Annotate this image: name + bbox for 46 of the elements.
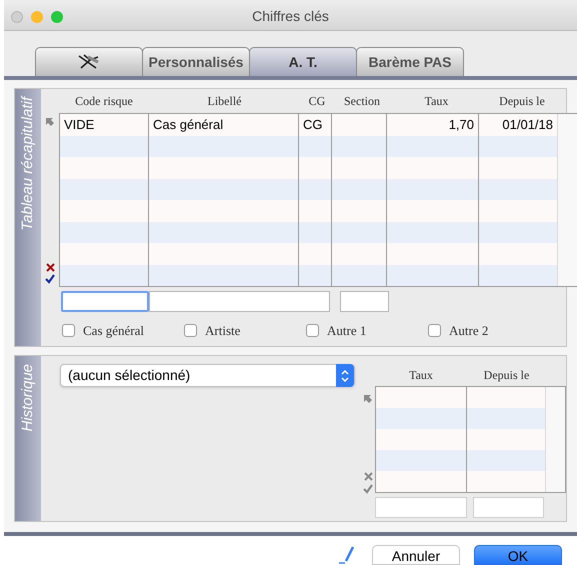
check-icon[interactable] bbox=[363, 484, 373, 494]
rate-field[interactable] bbox=[375, 497, 467, 518]
section-label: Historique bbox=[18, 364, 37, 432]
tab[interactable] bbox=[35, 47, 143, 76]
table-cell-text: 01/01/18 bbox=[502, 116, 553, 134]
close-button[interactable] bbox=[11, 10, 23, 23]
column-header: Section bbox=[344, 94, 380, 108]
pin-icon[interactable] bbox=[364, 395, 372, 404]
history-dropdown[interactable]: (aucun sélectionné) bbox=[60, 364, 355, 388]
cg-field[interactable] bbox=[340, 291, 389, 312]
delete-icon[interactable] bbox=[364, 472, 372, 482]
table-cell-text: VIDE bbox=[64, 116, 94, 134]
tab[interactable]: Personnalisés bbox=[142, 47, 250, 76]
ok-button[interactable]: OK bbox=[474, 545, 562, 565]
table-cell-text: Cas général bbox=[153, 116, 224, 134]
section-label: Tableau récapitulatif bbox=[18, 97, 37, 231]
zoom-button[interactable] bbox=[51, 10, 63, 23]
label-field[interactable] bbox=[149, 291, 330, 312]
tab[interactable]: Barème PAS bbox=[356, 47, 464, 76]
checkbox[interactable] bbox=[428, 324, 441, 338]
column-header: Taux bbox=[409, 368, 433, 382]
tab[interactable]: A. T. bbox=[249, 47, 357, 76]
check-icon[interactable] bbox=[45, 274, 55, 284]
pen-icon[interactable] bbox=[337, 546, 355, 564]
column-header: Depuis le bbox=[499, 94, 545, 108]
table-cell-text: 1,70 bbox=[448, 116, 474, 134]
column-header: Code risque bbox=[75, 94, 133, 108]
delete-icon[interactable] bbox=[46, 263, 54, 272]
code-field[interactable] bbox=[61, 291, 149, 312]
cancel-button[interactable]: Annuler bbox=[372, 545, 460, 565]
table-cell-text: CG bbox=[303, 116, 322, 134]
column-header: CG bbox=[308, 94, 326, 108]
checkbox[interactable] bbox=[306, 324, 319, 338]
checkbox-label: Autre 1 bbox=[327, 322, 366, 340]
window-title: Chiffres clés bbox=[252, 7, 329, 26]
checkbox-label: Autre 2 bbox=[449, 322, 488, 340]
column-header: Libellé bbox=[208, 94, 242, 108]
pin-icon[interactable] bbox=[46, 118, 54, 126]
checkbox-label: Artiste bbox=[205, 322, 240, 340]
checkbox[interactable] bbox=[184, 324, 197, 338]
checkbox-label: Cas général bbox=[83, 322, 144, 340]
column-header: Depuis le bbox=[484, 368, 530, 382]
date-field[interactable] bbox=[473, 497, 544, 518]
column-header: Taux bbox=[424, 94, 448, 108]
checkbox[interactable] bbox=[62, 324, 75, 338]
chevron-updown-icon bbox=[341, 370, 349, 382]
